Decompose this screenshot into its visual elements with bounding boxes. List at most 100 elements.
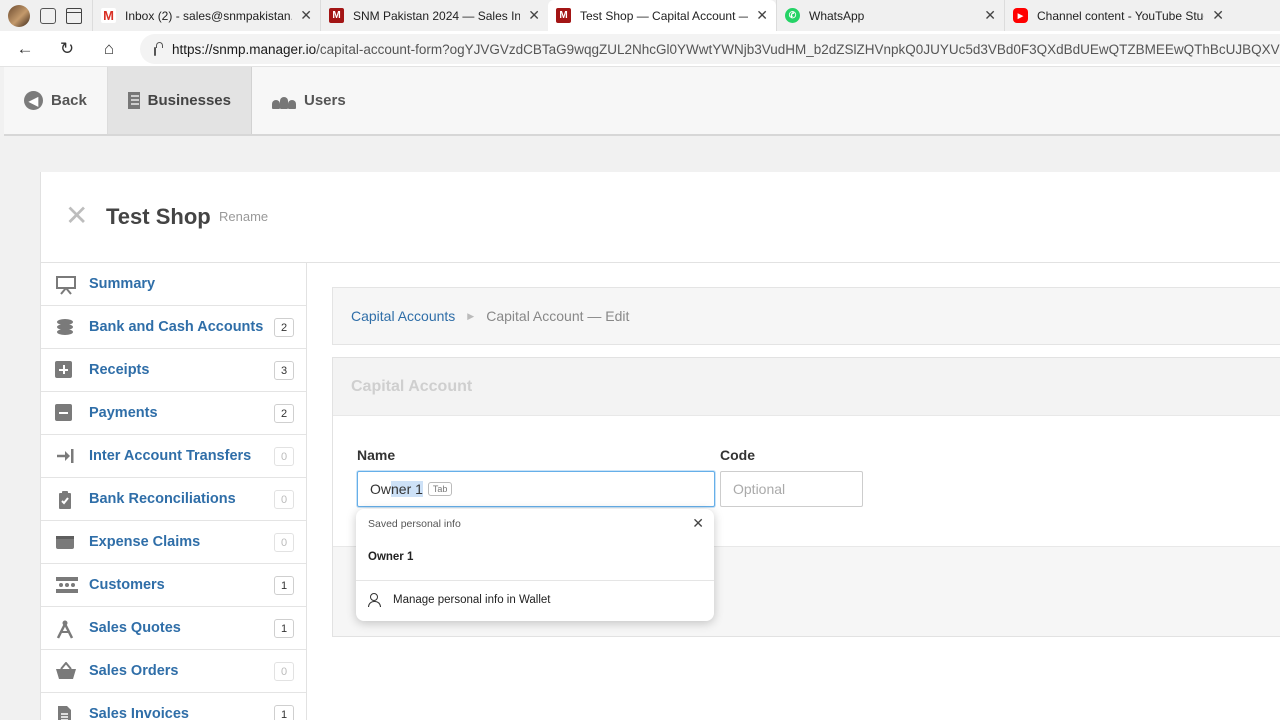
sidebar-item-sales-quotes[interactable]: Sales Quotes 1 (41, 607, 306, 650)
close-tab-icon[interactable]: ✕ (756, 7, 768, 23)
count-badge: 1 (274, 705, 294, 720)
basket-icon (55, 661, 76, 680)
users-button[interactable]: Users (252, 67, 366, 134)
close-tab-icon[interactable]: ✕ (984, 7, 996, 23)
transfer-icon (55, 447, 75, 465)
form-title: Capital Account (333, 358, 1280, 416)
users-label: Users (304, 92, 346, 109)
close-icon[interactable]: ✕ (692, 515, 704, 532)
plus-square-icon (55, 361, 75, 379)
workspaces-icon[interactable] (40, 7, 56, 24)
name-autocomplete-suggestion: ner 1 (391, 481, 423, 497)
manager-icon: M (556, 8, 571, 23)
sidebar: Summary Bank and Cash Accounts 2 Receipt… (41, 263, 307, 720)
sidebar-item-payments[interactable]: Payments 2 (41, 392, 306, 435)
business-title: Test Shop (106, 204, 211, 229)
browser-tab-capital-account[interactable]: M Test Shop — Capital Account — Edit ✕ (548, 0, 776, 31)
profile-avatar[interactable] (8, 4, 30, 27)
count-badge: 2 (274, 404, 294, 423)
tab-title: SNM Pakistan 2024 — Sales Invoices (353, 8, 520, 23)
count-badge: 2 (274, 318, 294, 337)
manage-wallet-label: Manage personal info in Wallet (393, 593, 551, 606)
business-header: ✕ Test Shop Rename (41, 172, 1280, 263)
home-icon[interactable]: ⌂ (94, 34, 124, 64)
name-typed-text: Ow (370, 481, 391, 497)
code-label: Code (720, 447, 755, 463)
count-badge: 0 (274, 533, 294, 552)
tab-key-hint: Tab (427, 482, 453, 496)
sidebar-item-bank-and-cash-accounts[interactable]: Bank and Cash Accounts 2 (41, 306, 306, 349)
name-label: Name (357, 447, 396, 463)
coins-icon (55, 318, 75, 336)
person-lock-icon (368, 593, 381, 607)
rename-link[interactable]: Rename (219, 209, 268, 224)
tab-actions-icon[interactable] (66, 7, 82, 24)
presentation-icon (55, 275, 76, 295)
sidebar-item-sales-orders[interactable]: Sales Orders 0 (41, 650, 306, 693)
customers-icon (55, 576, 78, 594)
app-header: ◀ Back Businesses Users (4, 67, 1280, 136)
manager-icon: M (329, 8, 344, 23)
browser-tab-gmail[interactable]: M Inbox (2) - sales@snmpakistan.com ✕ (92, 0, 320, 31)
count-badge: 0 (274, 447, 294, 466)
lock-icon[interactable] (154, 41, 163, 56)
clipboard-check-icon (55, 490, 75, 509)
sidebar-item-label: Receipts (89, 362, 150, 378)
browser-tab-sales-invoices[interactable]: M SNM Pakistan 2024 — Sales Invoices ✕ (320, 0, 548, 31)
autofill-header: Saved personal info (368, 518, 461, 530)
sidebar-item-bank-reconciliations[interactable]: Bank Reconciliations 0 (41, 478, 306, 521)
close-business-icon[interactable]: ✕ (65, 202, 88, 230)
sidebar-item-sales-invoices[interactable]: Sales Invoices 1 (41, 693, 306, 720)
back-circle-icon: ◀ (24, 91, 43, 110)
minus-square-icon (55, 404, 75, 422)
sidebar-item-label: Sales Orders (89, 663, 179, 679)
users-icon (272, 93, 296, 109)
browser-tab-whatsapp[interactable]: ✆ WhatsApp ✕ (776, 0, 1004, 31)
businesses-label: Businesses (147, 92, 231, 109)
sidebar-item-label: Customers (89, 577, 165, 593)
compass-icon (55, 619, 75, 639)
sidebar-item-label: Summary (89, 276, 156, 292)
back-label: Back (51, 92, 87, 109)
browser-tab-bar: M Inbox (2) - sales@snmpakistan.com ✕ M … (0, 0, 1280, 31)
browser-tab-youtube[interactable]: ▶ Channel content - YouTube Studio ✕ (1004, 0, 1232, 31)
sidebar-item-expense-claims[interactable]: Expense Claims 0 (41, 521, 306, 564)
manage-wallet-link[interactable]: Manage personal info in Wallet (368, 593, 551, 607)
close-tab-icon[interactable]: ✕ (528, 7, 540, 23)
file-icon (55, 705, 75, 720)
address-bar: ← ↻ ⌂ https://snmp.manager.io/capital-ac… (0, 31, 1280, 67)
gmail-icon: M (101, 8, 116, 23)
business-page: ✕ Test Shop Rename Summary Bank and Cash… (40, 172, 1280, 720)
tab-bar-controls (0, 0, 92, 31)
whatsapp-icon: ✆ (785, 8, 800, 23)
breadcrumb-separator-icon: ▶ (467, 310, 475, 321)
count-badge: 0 (274, 662, 294, 681)
breadcrumb-capital-accounts-link[interactable]: Capital Accounts (351, 308, 455, 324)
sidebar-item-summary[interactable]: Summary (41, 263, 306, 306)
sidebar-item-label: Inter Account Transfers (89, 448, 252, 464)
code-placeholder: Optional (733, 481, 786, 497)
sidebar-item-label: Expense Claims (89, 534, 201, 550)
autofill-suggestion-owner-1[interactable]: Owner 1 (368, 551, 413, 563)
refresh-icon[interactable]: ↻ (52, 34, 82, 64)
youtube-icon: ▶ (1013, 8, 1028, 23)
businesses-button[interactable]: Businesses (108, 67, 252, 134)
sidebar-item-customers[interactable]: Customers 1 (41, 564, 306, 607)
back-arrow-icon[interactable]: ← (10, 34, 40, 64)
tab-title: Test Shop — Capital Account — Edit (580, 8, 748, 23)
tab-title: Channel content - YouTube Studio (1037, 8, 1204, 23)
sidebar-item-label: Sales Quotes (89, 620, 181, 636)
sidebar-item-inter-account-transfers[interactable]: Inter Account Transfers 0 (41, 435, 306, 478)
wallet-icon (55, 533, 75, 551)
code-input[interactable]: Optional (720, 471, 863, 507)
breadcrumb: Capital Accounts ▶ Capital Account — Edi… (332, 287, 1280, 345)
back-button[interactable]: ◀ Back (4, 67, 108, 134)
count-badge: 0 (274, 490, 294, 509)
url-field[interactable]: https://snmp.manager.io/capital-account-… (140, 34, 1280, 64)
url-text: https://snmp.manager.io/capital-account-… (172, 42, 1280, 57)
close-tab-icon[interactable]: ✕ (300, 7, 312, 23)
close-tab-icon[interactable]: ✕ (1212, 7, 1224, 23)
sidebar-item-label: Bank Reconciliations (89, 491, 236, 507)
sidebar-item-receipts[interactable]: Receipts 3 (41, 349, 306, 392)
name-input[interactable]: Ow ner 1 Tab (357, 471, 715, 507)
